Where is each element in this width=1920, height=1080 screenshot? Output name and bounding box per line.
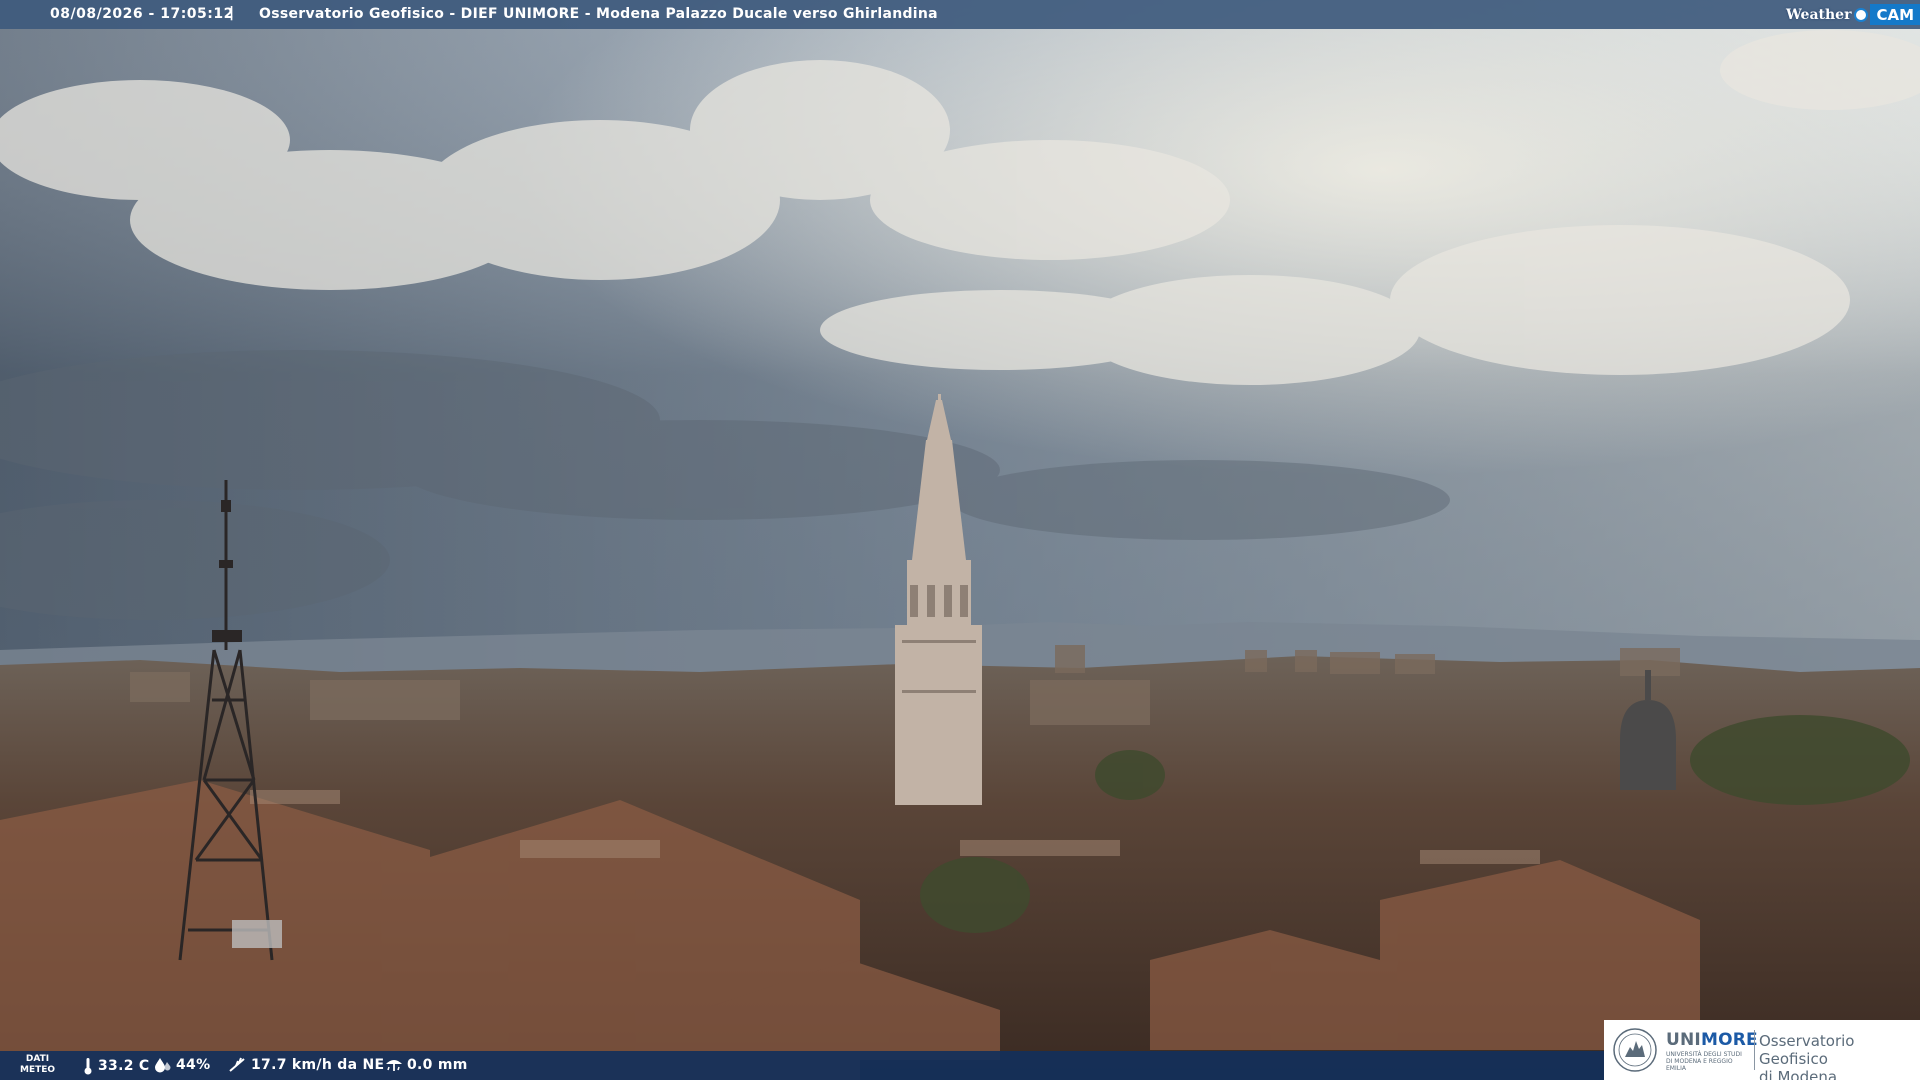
wind-icon [229,1057,245,1072]
rain-value: 0.0 mm [407,1057,468,1073]
observatory-name: Osservatorio Geofisico di Modena [1759,1032,1855,1080]
humidity-value: 44% [176,1057,211,1073]
info-bar-top: 08/08/2026 - 17:05:12 | Osservatorio Geo… [0,0,1920,29]
temperature-readout: 33.2 C [82,1057,150,1075]
humidity-drop-icon [155,1058,171,1073]
weathercam-dot-icon [1854,7,1869,22]
camera-title: Osservatorio Geofisico - DIEF UNIMORE - … [259,6,938,22]
weathercam-logo: Weather CAM [1786,0,1920,29]
webcam-image [0,0,1920,1080]
webcam-frame: 08/08/2026 - 17:05:12 | Osservatorio Geo… [0,0,1920,1080]
temperature-value: 33.2 C [98,1058,150,1074]
wind-value: 17.7 km/h da NE [251,1057,385,1073]
unimore-wordmark: UNIMORE [1666,1030,1758,1050]
thermometer-icon [84,1058,92,1075]
rain-readout: 0.0 mm [385,1057,468,1073]
logo-divider [1754,1030,1755,1070]
wind-readout: 17.7 km/h da NE [227,1057,384,1073]
title-separator: | [229,5,235,21]
weathercam-cam-text: CAM [1870,4,1920,25]
university-seal-icon [1613,1028,1657,1072]
weathercam-weather-text: Weather [1785,6,1852,23]
humidity-readout: 44% [154,1057,210,1073]
rain-gauge-icon [386,1060,402,1071]
dati-meteo-label: DATI METEO [20,1054,56,1075]
timestamp: 08/08/2026 - 17:05:12 [50,6,234,22]
unimore-logo: UNIMORE UNIVERSITÀ DEGLI STUDI DI MODENA… [1604,1020,1920,1080]
university-name: UNIVERSITÀ DEGLI STUDI DI MODENA E REGGI… [1666,1051,1742,1072]
